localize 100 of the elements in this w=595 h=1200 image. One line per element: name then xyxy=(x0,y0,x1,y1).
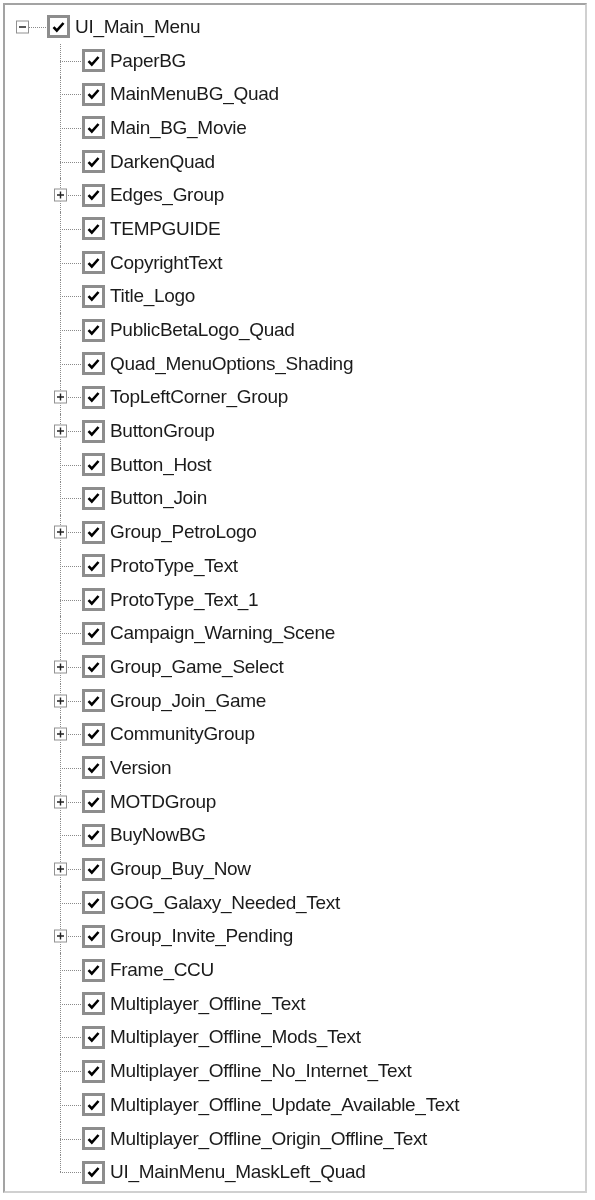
check-icon xyxy=(87,189,100,202)
checkbox[interactable] xyxy=(82,722,105,746)
check-icon xyxy=(87,761,100,774)
tree-item-label[interactable]: Multiplayer_Offline_Text xyxy=(110,992,306,1015)
tree-item-label[interactable]: UI_MainMenu_MaskLeft_Quad xyxy=(110,1161,366,1184)
check-icon xyxy=(87,1132,100,1145)
check-icon xyxy=(87,863,100,876)
expand-button[interactable] xyxy=(54,727,67,741)
expand-button[interactable] xyxy=(54,188,67,202)
checkbox[interactable] xyxy=(82,992,105,1016)
check-icon xyxy=(87,526,100,539)
expand-button[interactable] xyxy=(54,424,67,438)
tree-item-label[interactable]: Main_BG_Movie xyxy=(110,116,247,139)
check-icon xyxy=(87,155,100,168)
tree-item-label[interactable]: ButtonGroup xyxy=(110,420,215,443)
checkbox[interactable] xyxy=(82,790,105,814)
tree-item-label[interactable]: ProtoType_Text_1 xyxy=(110,588,259,611)
checkbox[interactable] xyxy=(82,116,105,140)
tree-item-label[interactable]: CommunityGroup xyxy=(110,723,255,746)
checkbox[interactable] xyxy=(82,655,105,679)
tree-item-label[interactable]: MOTDGroup xyxy=(110,790,217,813)
checkbox[interactable] xyxy=(82,419,105,443)
checkbox[interactable] xyxy=(82,217,105,241)
plus-icon xyxy=(56,392,65,402)
tree-item-label[interactable]: MainMenuBG_Quad xyxy=(110,83,279,106)
tree-item-label[interactable]: BuyNowBG xyxy=(110,824,206,847)
tree-item-label[interactable]: Multiplayer_Offline_Origin_Offline_Text xyxy=(110,1127,428,1150)
checkbox[interactable] xyxy=(82,1160,105,1184)
checkbox[interactable] xyxy=(82,82,105,106)
expand-button[interactable] xyxy=(54,929,67,943)
checkbox[interactable] xyxy=(82,251,105,275)
checkbox[interactable] xyxy=(82,689,105,713)
check-icon xyxy=(87,425,100,438)
checkbox[interactable] xyxy=(82,554,105,578)
tree-item-label[interactable]: Multiplayer_Offline_Update_Available_Text xyxy=(110,1093,460,1116)
checkbox[interactable] xyxy=(82,588,105,612)
checkbox[interactable] xyxy=(82,183,105,207)
tree-item-label[interactable]: PaperBG xyxy=(110,49,187,72)
check-icon xyxy=(87,222,100,235)
tree-item-label[interactable]: GOG_Galaxy_Needed_Text xyxy=(110,891,340,914)
tree-item-label[interactable]: Group_Invite_Pending xyxy=(110,925,294,948)
tree-item-label[interactable]: PublicBetaLogo_Quad xyxy=(110,319,295,342)
check-icon xyxy=(87,593,100,606)
tree-item-label[interactable]: Button_Join xyxy=(110,487,208,510)
checkbox[interactable] xyxy=(82,823,105,847)
checkbox[interactable] xyxy=(82,352,105,376)
tree-item-label[interactable]: Campaign_Warning_Scene xyxy=(110,622,336,645)
expand-button[interactable] xyxy=(54,694,67,708)
tree-item-label[interactable]: Group_Buy_Now xyxy=(110,858,251,881)
tree-item-label[interactable]: ProtoType_Text xyxy=(110,554,238,577)
tree-item-label[interactable]: UI_Main_Menu xyxy=(75,15,201,38)
checkbox[interactable] xyxy=(82,1059,105,1083)
plus-icon xyxy=(56,527,65,537)
checkbox[interactable] xyxy=(82,958,105,982)
tree-item-label[interactable]: Edges_Group xyxy=(110,184,224,207)
tree-item-label[interactable]: Group_Game_Select xyxy=(110,655,284,678)
tree-item-label[interactable]: DarkenQuad xyxy=(110,150,215,173)
checkbox[interactable] xyxy=(82,49,105,73)
check-icon xyxy=(87,660,100,673)
checkbox[interactable] xyxy=(82,891,105,915)
expand-button[interactable] xyxy=(54,795,67,809)
checkbox[interactable] xyxy=(82,756,105,780)
checkbox[interactable] xyxy=(82,621,105,645)
tree-item-label[interactable]: TEMPGUIDE xyxy=(110,217,221,240)
tree-item-label[interactable]: Multiplayer_Offline_Mods_Text xyxy=(110,1026,361,1049)
check-icon xyxy=(87,88,100,101)
plus-icon xyxy=(56,696,65,706)
check-icon xyxy=(87,1098,100,1111)
checkbox[interactable] xyxy=(82,1093,105,1117)
tree-item-label[interactable]: CopyrightText xyxy=(110,251,223,274)
tree-item-label[interactable]: Quad_MenuOptions_Shading xyxy=(110,352,354,375)
tree-item-label[interactable]: Frame_CCU xyxy=(110,959,214,982)
check-icon xyxy=(87,324,100,337)
expand-button[interactable] xyxy=(54,390,67,404)
tree-item-label[interactable]: TopLeftCorner_Group xyxy=(110,386,289,409)
tree-item-label[interactable]: Group_PetroLogo xyxy=(110,521,257,544)
checkbox[interactable] xyxy=(82,486,105,510)
tree-item-label[interactable]: Multiplayer_Offline_No_Internet_Text xyxy=(110,1060,412,1083)
checkbox[interactable] xyxy=(82,318,105,342)
checkbox[interactable] xyxy=(82,385,105,409)
plus-icon xyxy=(56,931,65,941)
checkbox[interactable] xyxy=(82,453,105,477)
expand-button[interactable] xyxy=(54,525,67,539)
tree-item-label[interactable]: Group_Join_Game xyxy=(110,689,267,712)
expand-button[interactable] xyxy=(54,862,67,876)
checkbox[interactable] xyxy=(82,1127,105,1151)
check-icon xyxy=(87,492,100,505)
checkbox[interactable] xyxy=(82,857,105,881)
checkbox[interactable] xyxy=(47,15,70,39)
expand-button[interactable] xyxy=(54,660,67,674)
checkbox[interactable] xyxy=(82,924,105,948)
tree-item-label[interactable]: Title_Logo xyxy=(110,285,196,308)
collapse-button[interactable] xyxy=(16,20,29,34)
checkbox[interactable] xyxy=(82,284,105,308)
checkbox[interactable] xyxy=(82,1025,105,1049)
tree-item-label[interactable]: Button_Host xyxy=(110,453,212,476)
checkbox[interactable] xyxy=(82,150,105,174)
check-icon xyxy=(87,121,100,134)
checkbox[interactable] xyxy=(82,520,105,544)
tree-item-label[interactable]: Version xyxy=(110,756,172,779)
